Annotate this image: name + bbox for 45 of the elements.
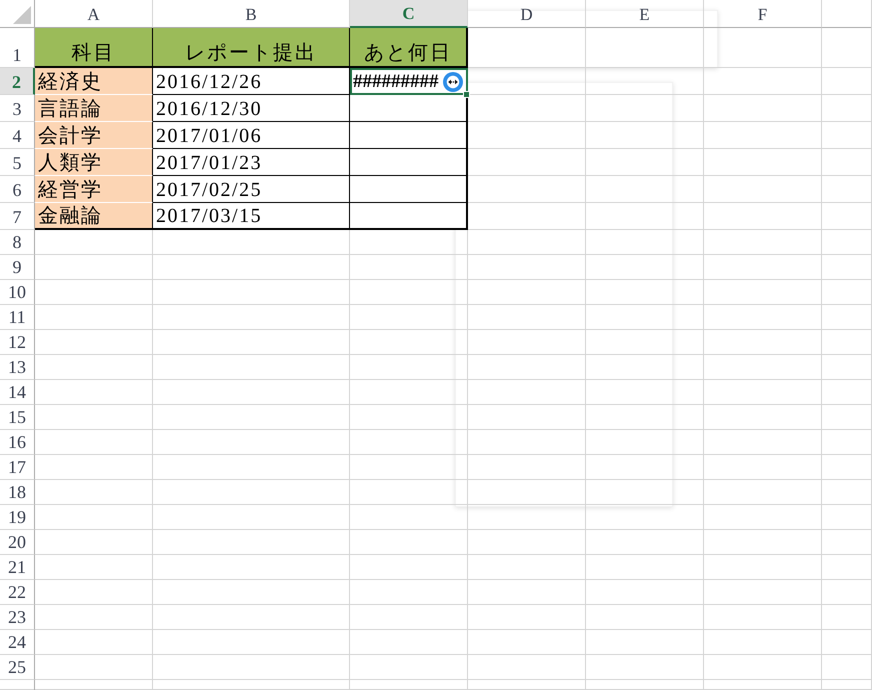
row-header[interactable]: 19: [0, 505, 35, 530]
column-header[interactable]: E: [586, 0, 704, 28]
table-cell[interactable]: 2017/03/15: [153, 203, 350, 230]
row-header[interactable]: 16: [0, 430, 35, 455]
column-heading[interactable]: 科目: [35, 28, 153, 68]
table-cell[interactable]: #########: [350, 68, 468, 95]
column-heading[interactable]: レポート提出: [153, 28, 350, 68]
row-header[interactable]: 11: [0, 305, 35, 330]
table-cell[interactable]: 会計学: [35, 122, 153, 149]
table-cell[interactable]: 2017/01/06: [153, 122, 350, 149]
row-header[interactable]: 21: [0, 555, 35, 580]
table-cell[interactable]: 2016/12/26: [153, 68, 350, 95]
table-cell[interactable]: [350, 176, 468, 203]
table-cell[interactable]: [350, 122, 468, 149]
table-cell[interactable]: [350, 95, 468, 122]
row-header[interactable]: 25: [0, 655, 35, 680]
row-header[interactable]: 10: [0, 280, 35, 305]
column-heading[interactable]: あと何日: [350, 28, 468, 68]
table-cell[interactable]: 2017/02/25: [153, 176, 350, 203]
row-header[interactable]: 24: [0, 630, 35, 655]
row-header[interactable]: 23: [0, 605, 35, 630]
table-cell[interactable]: [350, 149, 468, 176]
row-header[interactable]: 2: [0, 68, 35, 95]
row-header[interactable]: 15: [0, 405, 35, 430]
fill-handle[interactable]: [463, 91, 470, 98]
table-cell[interactable]: [350, 203, 468, 230]
table-cell[interactable]: 経営学: [35, 176, 153, 203]
row-header[interactable]: 22: [0, 580, 35, 605]
row-header[interactable]: 20: [0, 530, 35, 555]
table-cell[interactable]: 金融論: [35, 203, 153, 230]
table-cell[interactable]: 2016/12/30: [153, 95, 350, 122]
row-header[interactable]: 8: [0, 230, 35, 255]
column-header[interactable]: C: [350, 0, 468, 28]
table-cell[interactable]: 言語論: [35, 95, 153, 122]
row-header[interactable]: 9: [0, 255, 35, 280]
column-header[interactable]: F: [704, 0, 822, 28]
row-header[interactable]: 13: [0, 355, 35, 380]
row-header[interactable]: 17: [0, 455, 35, 480]
table-cell[interactable]: 2017/01/23: [153, 149, 350, 176]
column-header[interactable]: D: [468, 0, 586, 28]
table-cell[interactable]: 人類学: [35, 149, 153, 176]
table-cell[interactable]: 経済史: [35, 68, 153, 95]
row-header[interactable]: 18: [0, 480, 35, 505]
row-header[interactable]: 14: [0, 380, 35, 405]
row-header[interactable]: 12: [0, 330, 35, 355]
